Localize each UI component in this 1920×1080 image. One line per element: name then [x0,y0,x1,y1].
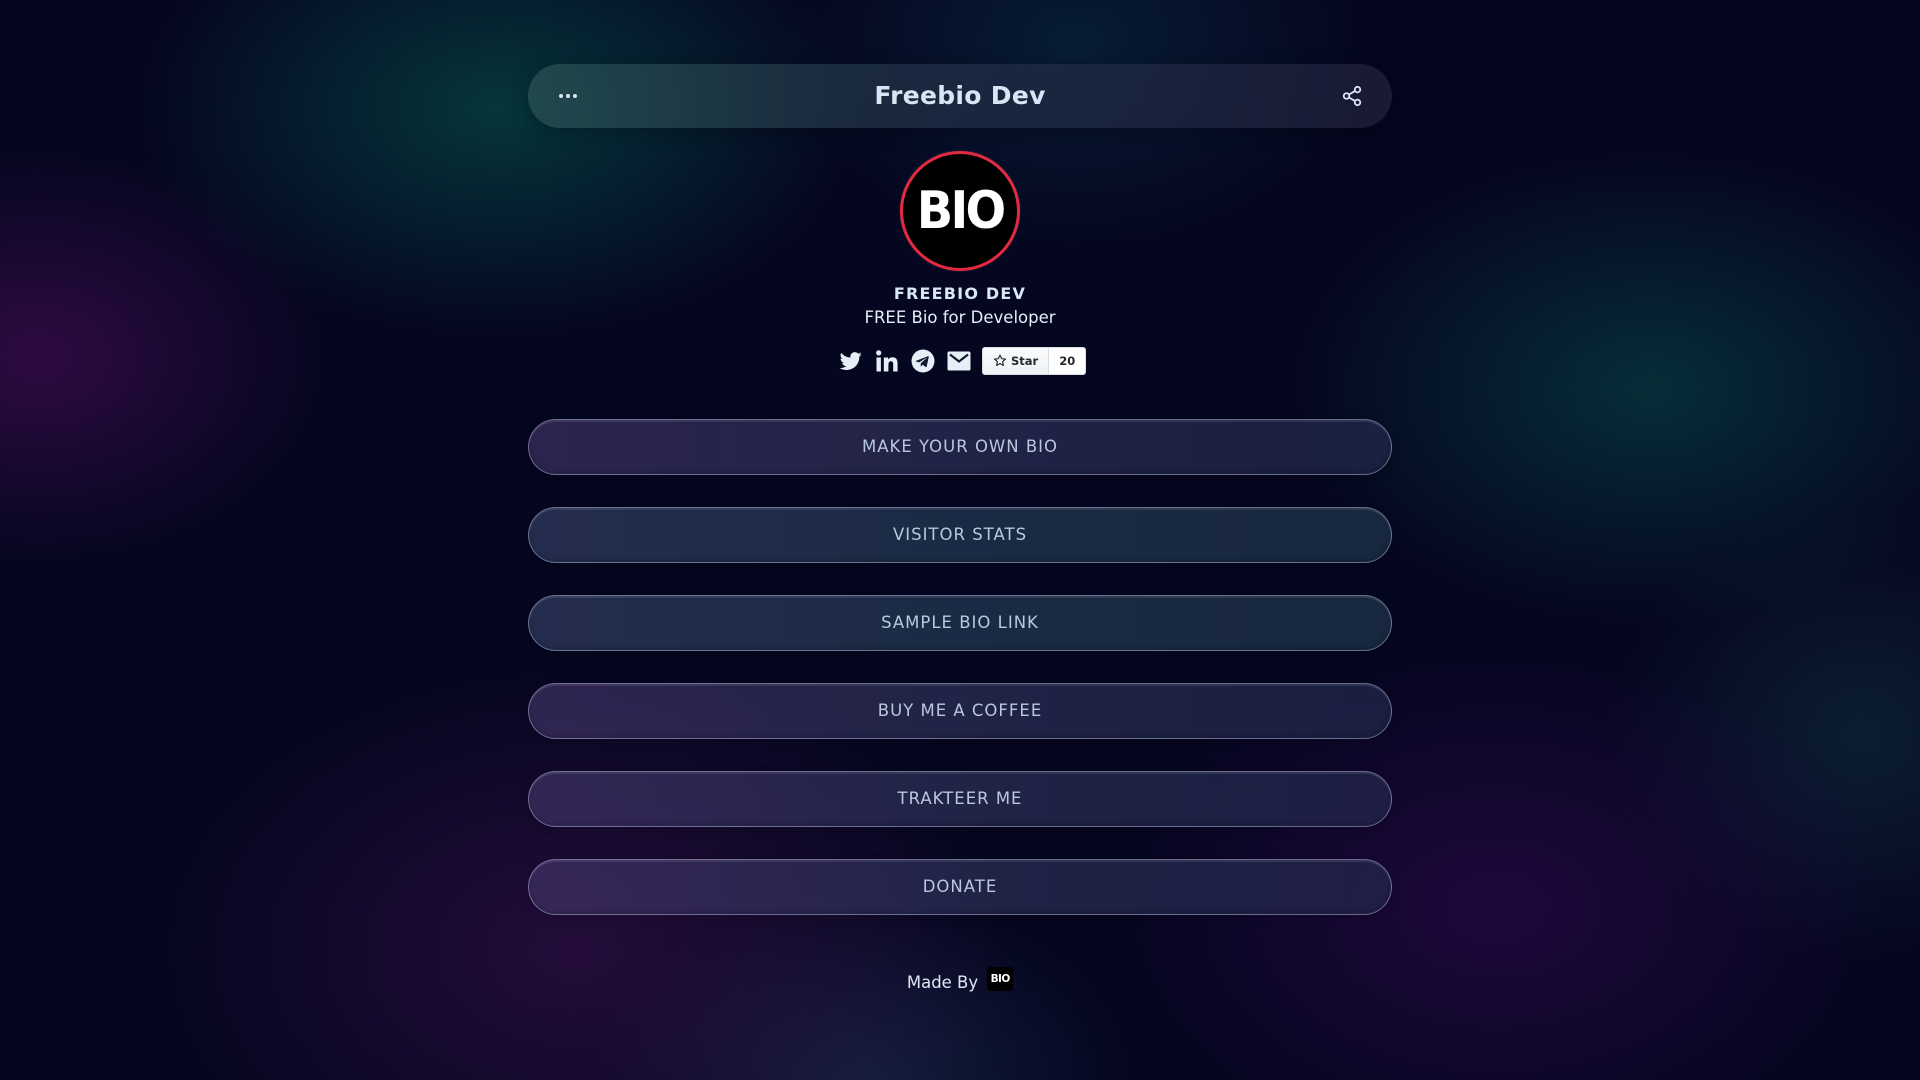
email-icon[interactable] [944,346,974,376]
sample-bio-link-button[interactable]: SAMPLE BIO LINK [528,595,1392,651]
star-icon [993,354,1007,367]
footer-text: Made By [906,972,979,992]
profile-bio: FREE Bio for Developer [864,308,1056,327]
link-list: MAKE YOUR OWN BIO VISITOR STATS SAMPLE B… [528,419,1392,947]
make-your-own-bio-button[interactable]: MAKE YOUR OWN BIO [528,419,1392,475]
footer-bio-logo[interactable]: BIO [987,967,1014,991]
donate-button[interactable]: DONATE [528,859,1392,915]
twitter-icon[interactable] [836,346,866,376]
telegram-icon[interactable] [908,346,938,376]
share-icon[interactable] [1336,80,1368,112]
footer: Made By BIO [0,967,1920,996]
github-star-count[interactable]: 20 [1049,348,1086,374]
github-star-widget: Star 20 [982,347,1087,375]
trakteer-me-button[interactable]: TRAKTEER ME [528,771,1392,827]
buy-me-a-coffee-button[interactable]: BUY ME A COFFEE [528,683,1392,739]
profile-name: FREEBIO DEV [893,284,1027,303]
avatar: BIO [900,151,1020,271]
visitor-stats-button[interactable]: VISITOR STATS [528,507,1392,563]
github-star-label: Star [1011,354,1039,368]
social-links: Star 20 [836,346,1087,376]
top-bar: Freebio Dev [528,64,1392,128]
github-star-button[interactable]: Star [983,348,1050,374]
linkedin-icon[interactable] [872,346,902,376]
avatar-logo-text: BIO [916,181,1006,241]
page-title: Freebio Dev [874,81,1046,110]
